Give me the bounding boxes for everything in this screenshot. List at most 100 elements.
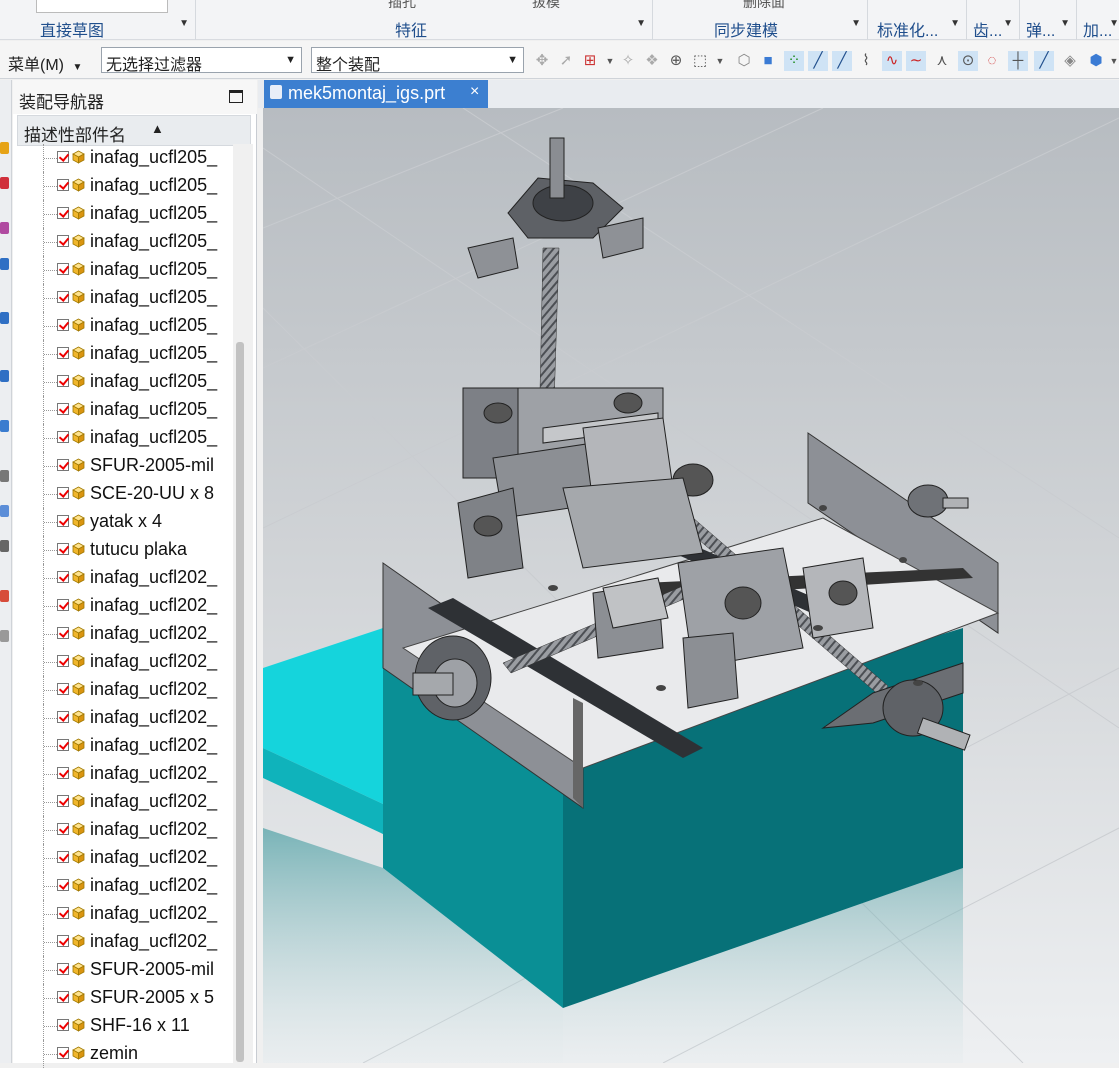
reuse-library-icon[interactable]: [0, 258, 9, 270]
tree-row[interactable]: inafag_ucfl202_: [13, 872, 233, 900]
checkbox-checked-icon[interactable]: [57, 879, 69, 891]
system-materials-icon[interactable]: [0, 420, 9, 432]
checkbox-checked-icon[interactable]: [57, 291, 69, 303]
tree-row[interactable]: inafag_ucfl202_: [13, 592, 233, 620]
templates-icon[interactable]: [0, 590, 9, 602]
ribbon-group-standard[interactable]: 标准化... ▼: [868, 0, 967, 40]
process-studio-icon[interactable]: [0, 470, 9, 482]
ribbon-group-add[interactable]: 加... ▼: [1077, 0, 1119, 40]
ribbon-group-gear[interactable]: 齿... ▼: [967, 0, 1020, 40]
tree-row[interactable]: inafag_ucfl202_: [13, 928, 233, 956]
checkbox-checked-icon[interactable]: [57, 235, 69, 247]
chevron-down-icon[interactable]: ▼: [710, 51, 730, 71]
checkbox-checked-icon[interactable]: [57, 767, 69, 779]
tree-row[interactable]: inafag_ucfl202_: [13, 676, 233, 704]
filter-icon[interactable]: ✧: [618, 51, 638, 71]
checkbox-checked-icon[interactable]: [57, 851, 69, 863]
menu-button[interactable]: 菜单(M) ▼: [0, 51, 82, 75]
sketch-gallery[interactable]: [36, 0, 168, 13]
checkbox-checked-icon[interactable]: [57, 515, 69, 527]
chevron-down-icon[interactable]: ▼: [179, 18, 189, 29]
column-header[interactable]: 描述性部件名 ▲: [17, 115, 251, 146]
tree-row[interactable]: inafag_ucfl205_: [13, 368, 233, 396]
checkbox-checked-icon[interactable]: [57, 375, 69, 387]
tree-row[interactable]: zemin: [13, 1040, 233, 1068]
checkbox-checked-icon[interactable]: [57, 179, 69, 191]
checkbox-checked-icon[interactable]: [57, 207, 69, 219]
checkbox-checked-icon[interactable]: [57, 991, 69, 1003]
sort-ascending-icon[interactable]: ▲: [151, 121, 164, 136]
rectangle-select-icon[interactable]: ⬚: [690, 51, 710, 71]
checkbox-checked-icon[interactable]: [57, 711, 69, 723]
checkbox-checked-icon[interactable]: [57, 151, 69, 163]
endpoint-icon[interactable]: ╱: [808, 51, 828, 71]
box-icon[interactable]: ⬡: [734, 51, 754, 71]
tree-row[interactable]: inafag_ucfl202_: [13, 704, 233, 732]
tree-row[interactable]: inafag_ucfl202_: [13, 620, 233, 648]
tree-row[interactable]: inafag_ucfl205_: [13, 256, 233, 284]
checkbox-checked-icon[interactable]: [57, 823, 69, 835]
tree-row[interactable]: inafag_ucfl202_: [13, 900, 233, 928]
scope-dropdown[interactable]: 整个装配 ▼: [311, 47, 524, 74]
checkbox-checked-icon[interactable]: [57, 963, 69, 975]
tree-row[interactable]: SFUR-2005-mil: [13, 452, 233, 480]
tree-row[interactable]: SFUR-2005 x 5: [13, 984, 233, 1012]
tree-row[interactable]: inafag_ucfl202_: [13, 564, 233, 592]
chevron-down-icon[interactable]: ▼: [636, 18, 646, 29]
checkbox-checked-icon[interactable]: [57, 795, 69, 807]
checkbox-checked-icon[interactable]: [57, 1047, 69, 1059]
tree-row[interactable]: inafag_ucfl202_: [13, 732, 233, 760]
history-icon[interactable]: [0, 142, 9, 154]
checkbox-checked-icon[interactable]: [57, 907, 69, 919]
ribbon-group-feature[interactable]: 插孔 拔模 特征 ▼: [196, 0, 653, 40]
arc-center-icon[interactable]: ⊙: [958, 51, 978, 71]
tree-row[interactable]: inafag_ucfl205_: [13, 284, 233, 312]
close-icon[interactable]: ×: [470, 83, 479, 101]
checkbox-checked-icon[interactable]: [57, 1019, 69, 1031]
pointer-icon[interactable]: ➚: [556, 51, 576, 71]
type-filter-icon[interactable]: ⊞: [580, 51, 600, 71]
draft-command[interactable]: 拔模: [532, 0, 560, 12]
roles-icon[interactable]: [0, 505, 9, 517]
constraint-icon[interactable]: [0, 177, 9, 189]
hole-command[interactable]: 插孔: [388, 0, 416, 12]
tree-row[interactable]: inafag_ucfl205_: [13, 228, 233, 256]
checkbox-checked-icon[interactable]: [57, 571, 69, 583]
tree-row[interactable]: inafag_ucfl205_: [13, 424, 233, 452]
chevron-down-icon[interactable]: ▼: [851, 18, 861, 29]
quadrant-icon[interactable]: ◌: [982, 51, 1002, 71]
spline-icon[interactable]: ∼: [906, 51, 926, 71]
document-tab[interactable]: mek5montaj_igs.prt ×: [264, 80, 488, 108]
tree-row[interactable]: yatak x 4: [13, 508, 233, 536]
checkbox-checked-icon[interactable]: [57, 935, 69, 947]
checkbox-checked-icon[interactable]: [57, 403, 69, 415]
checkbox-checked-icon[interactable]: [57, 655, 69, 667]
tree-row[interactable]: SFUR-2005-mil: [13, 956, 233, 984]
checkbox-checked-icon[interactable]: [57, 431, 69, 443]
checkbox-checked-icon[interactable]: [57, 319, 69, 331]
midpoint-icon[interactable]: ╱: [832, 51, 852, 71]
chevron-down-icon[interactable]: ▼: [600, 51, 620, 71]
checkbox-checked-icon[interactable]: [57, 627, 69, 639]
scrollbar-thumb[interactable]: [236, 342, 244, 1062]
point-on-face-icon[interactable]: ◈: [1060, 51, 1080, 71]
checkbox-checked-icon[interactable]: [57, 599, 69, 611]
ribbon-group-sync-modeling[interactable]: 删除面 同步建模 ▼: [653, 0, 868, 40]
delete-face-command[interactable]: 删除面: [743, 0, 785, 12]
checkbox-checked-icon[interactable]: [57, 347, 69, 359]
ribbon-group-direct-sketch[interactable]: 直接草图 ▼: [0, 0, 196, 40]
checkbox-checked-icon[interactable]: [57, 487, 69, 499]
maximize-icon[interactable]: [229, 90, 243, 103]
chevron-down-icon[interactable]: ▼: [1060, 18, 1070, 29]
selection-filter-dropdown[interactable]: 无选择过滤器 ▼: [101, 47, 302, 74]
tree-row[interactable]: inafag_ucfl202_: [13, 760, 233, 788]
graphics-window[interactable]: [263, 108, 1119, 1063]
checkbox-checked-icon[interactable]: [57, 263, 69, 275]
point-on-curve-icon[interactable]: ╱: [1034, 51, 1054, 71]
ribbon-group-spring[interactable]: 弹... ▼: [1020, 0, 1077, 40]
tree-row[interactable]: inafag_ucfl202_: [13, 844, 233, 872]
existing-point-icon[interactable]: ┼: [1008, 51, 1028, 71]
solid-body-icon[interactable]: ■: [758, 51, 778, 71]
chevron-down-icon[interactable]: ▼: [1104, 51, 1119, 71]
checkbox-checked-icon[interactable]: [57, 739, 69, 751]
